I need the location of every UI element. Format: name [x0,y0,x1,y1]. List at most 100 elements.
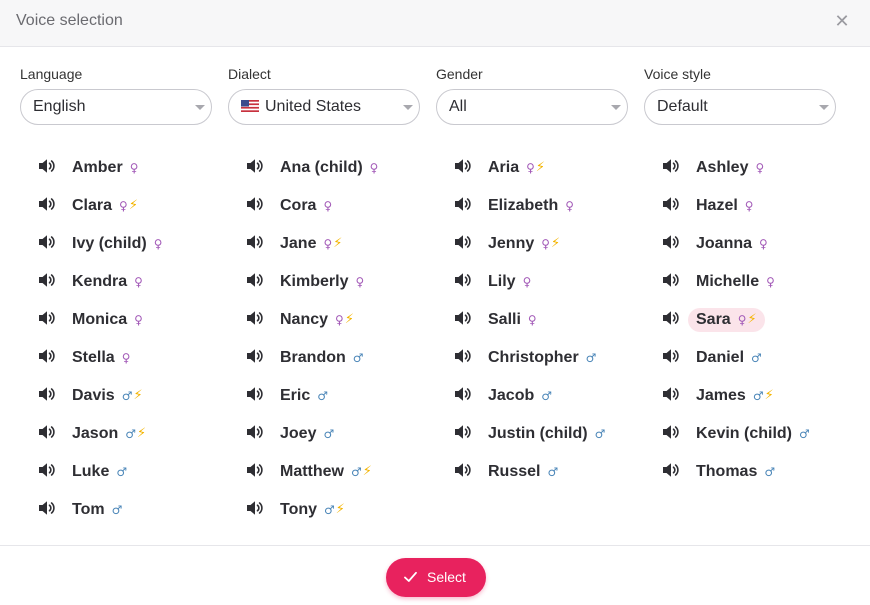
voice-label[interactable]: Michelle ♀ [696,270,775,294]
voice-item[interactable]: Christopher ♂ [448,342,648,380]
speaker-icon[interactable] [246,310,264,326]
speaker-icon[interactable] [38,234,56,250]
voice-item[interactable]: Michelle ♀ [656,266,856,304]
voice-item[interactable]: Lily ♀ [448,266,648,304]
voice-label[interactable]: Justin (child) ♂ [488,422,605,446]
voice-label[interactable]: Kevin (child) ♂ [696,422,810,446]
speaker-icon[interactable] [38,348,56,364]
voice-label[interactable]: Amber ♀ [72,156,138,180]
voice-label[interactable]: Luke ♂ [72,460,127,484]
speaker-icon[interactable] [454,310,472,326]
voice-item[interactable]: Tom ♂ [32,494,232,532]
speaker-icon[interactable] [38,500,56,516]
speaker-icon[interactable] [246,424,264,440]
voice-item[interactable]: Sara ♀⚡ [656,304,856,342]
voice-item[interactable]: Amber ♀ [32,152,232,190]
voice-item[interactable]: Kimberly ♀ [240,266,440,304]
voice-label[interactable]: Thomas ♂ [696,460,775,484]
voice-label[interactable]: Jenny ♀⚡ [488,232,560,256]
voice-item[interactable]: Kevin (child) ♂ [656,418,856,456]
voice-item[interactable]: Thomas ♂ [656,456,856,494]
voice-item[interactable]: Brandon ♂ [240,342,440,380]
voice-item[interactable]: Daniel ♂ [656,342,856,380]
voice-item[interactable]: Nancy ♀⚡ [240,304,440,342]
speaker-icon[interactable] [246,462,264,478]
voice-label[interactable]: Kendra ♀ [72,270,143,294]
voice-style-select[interactable]: Default [644,89,836,125]
speaker-icon[interactable] [246,386,264,402]
selected-voice[interactable]: Sara ♀⚡ [688,308,765,332]
speaker-icon[interactable] [662,386,680,402]
speaker-icon[interactable] [38,310,56,326]
voice-label[interactable]: Ashley ♀ [696,156,764,180]
speaker-icon[interactable] [454,348,472,364]
voice-item[interactable]: Aria ♀⚡ [448,152,648,190]
speaker-icon[interactable] [454,272,472,288]
voice-label[interactable]: Russel ♂ [488,460,558,484]
voice-item[interactable]: Eric ♂ [240,380,440,418]
speaker-icon[interactable] [662,272,680,288]
voice-label[interactable]: James ♂⚡ [696,384,774,408]
speaker-icon[interactable] [246,158,264,174]
speaker-icon[interactable] [662,424,680,440]
voice-label[interactable]: Jacob ♂ [488,384,552,408]
speaker-icon[interactable] [246,196,264,212]
voice-label[interactable]: Elizabeth ♀ [488,194,574,218]
language-select[interactable]: English [20,89,212,125]
voice-item[interactable]: Tony ♂⚡ [240,494,440,532]
voice-item[interactable]: Jacob ♂ [448,380,648,418]
speaker-icon[interactable] [38,272,56,288]
speaker-icon[interactable] [38,158,56,174]
voice-label[interactable]: Kimberly ♀ [280,270,364,294]
speaker-icon[interactable] [662,158,680,174]
voice-item[interactable]: Jenny ♀⚡ [448,228,648,266]
speaker-icon[interactable] [454,234,472,250]
voice-item[interactable]: Jane ♀⚡ [240,228,440,266]
select-button[interactable]: Select [386,558,486,597]
voice-item[interactable]: Ivy (child) ♀ [32,228,232,266]
voice-item[interactable]: Joanna ♀ [656,228,856,266]
voice-label[interactable]: Brandon ♂ [280,346,364,370]
voice-item[interactable]: Russel ♂ [448,456,648,494]
speaker-icon[interactable] [662,196,680,212]
close-icon[interactable]: ✕ [834,11,850,31]
voice-label[interactable]: Tony ♂⚡ [280,498,345,522]
voice-item[interactable]: Ana (child) ♀ [240,152,440,190]
speaker-icon[interactable] [38,196,56,212]
voice-item[interactable]: Monica ♀ [32,304,232,342]
voice-item[interactable]: Cora ♀ [240,190,440,228]
speaker-icon[interactable] [246,500,264,516]
voice-label[interactable]: Nancy ♀⚡ [280,308,354,332]
voice-item[interactable]: Elizabeth ♀ [448,190,648,228]
voice-label[interactable]: Daniel ♂ [696,346,762,370]
voice-label[interactable]: Christopher ♂ [488,346,596,370]
speaker-icon[interactable] [246,348,264,364]
voice-item[interactable]: Stella ♀ [32,342,232,380]
speaker-icon[interactable] [454,424,472,440]
voice-label[interactable]: Joanna ♀ [696,232,768,256]
speaker-icon[interactable] [38,462,56,478]
gender-select[interactable]: All [436,89,628,125]
speaker-icon[interactable] [246,272,264,288]
speaker-icon[interactable] [662,348,680,364]
voice-item[interactable]: Ashley ♀ [656,152,856,190]
voice-label[interactable]: Jane ♀⚡ [280,232,342,256]
voice-label[interactable]: Lily ♀ [488,270,531,294]
speaker-icon[interactable] [662,462,680,478]
voice-label[interactable]: Eric ♂ [280,384,328,408]
voice-item[interactable]: Luke ♂ [32,456,232,494]
voice-item[interactable]: Salli ♀ [448,304,648,342]
speaker-icon[interactable] [246,234,264,250]
speaker-icon[interactable] [38,424,56,440]
voice-label[interactable]: Cora ♀ [280,194,332,218]
voice-label[interactable]: Jason ♂⚡ [72,422,146,446]
speaker-icon[interactable] [454,386,472,402]
voice-label[interactable]: Ivy (child) ♀ [72,232,162,256]
voice-item[interactable]: Kendra ♀ [32,266,232,304]
speaker-icon[interactable] [454,462,472,478]
voice-label[interactable]: Joey ♂ [280,422,334,446]
speaker-icon[interactable] [662,310,680,326]
voice-label[interactable]: Clara ♀⚡ [72,194,138,218]
voice-item[interactable]: Justin (child) ♂ [448,418,648,456]
voice-label[interactable]: Tom ♂ [72,498,122,522]
